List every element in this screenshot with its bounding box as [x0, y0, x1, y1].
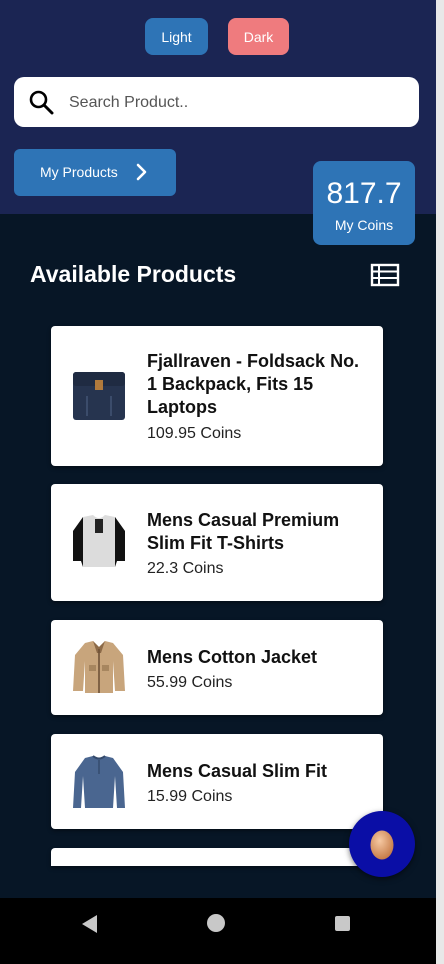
coins-balance-card: 817.7 My Coins [313, 161, 415, 245]
backpack-image [73, 372, 125, 420]
product-card-partial[interactable] [51, 848, 383, 866]
chevron-right-icon [136, 163, 147, 181]
product-price: 55.99 Coins [147, 674, 233, 691]
screen-edge [436, 0, 444, 964]
product-card[interactable]: Mens Casual Premium Slim Fit T-Shirts 22… [51, 484, 383, 601]
product-title: Mens Casual Premium Slim Fit T-Shirts [147, 510, 340, 553]
egg-icon [370, 830, 394, 860]
app-screen: Light Dark My Products 817.7 My Coins Av… [0, 0, 436, 964]
product-price: 109.95 Coins [147, 425, 242, 442]
tshirt-image [73, 515, 125, 567]
section-title: Available Products [30, 261, 237, 287]
light-theme-button[interactable]: Light [145, 18, 208, 55]
product-card[interactable]: Fjallraven - Foldsack No. 1 Backpack, Fi… [51, 326, 383, 466]
back-icon[interactable] [81, 914, 99, 934]
search-icon [29, 90, 54, 115]
product-card[interactable]: Mens Casual Slim Fit 15.99 Coins [51, 734, 383, 829]
jacket-image [73, 641, 125, 693]
search-bar[interactable] [14, 77, 419, 129]
recent-apps-icon[interactable] [335, 916, 350, 931]
product-price: 15.99 Coins [147, 788, 233, 805]
floating-action-button[interactable] [349, 811, 415, 877]
longsleeve-image [73, 755, 125, 808]
product-title: Mens Cotton Jacket [147, 647, 318, 667]
product-title: Fjallraven - Foldsack No. 1 Backpack, Fi… [147, 351, 360, 417]
list-icon[interactable] [370, 263, 400, 287]
coins-label: My Coins [334, 217, 394, 233]
product-card[interactable]: Mens Cotton Jacket 55.99 Coins [51, 620, 383, 715]
dark-theme-button[interactable]: Dark [228, 18, 289, 55]
my-products-button[interactable]: My Products [14, 149, 176, 196]
product-title: Mens Casual Slim Fit [147, 761, 328, 781]
product-price: 22.3 Coins [147, 560, 224, 577]
my-products-label: My Products [40, 164, 118, 180]
coins-value: 817.7 [326, 177, 402, 210]
search-input[interactable] [67, 77, 411, 129]
home-icon[interactable] [207, 914, 225, 932]
